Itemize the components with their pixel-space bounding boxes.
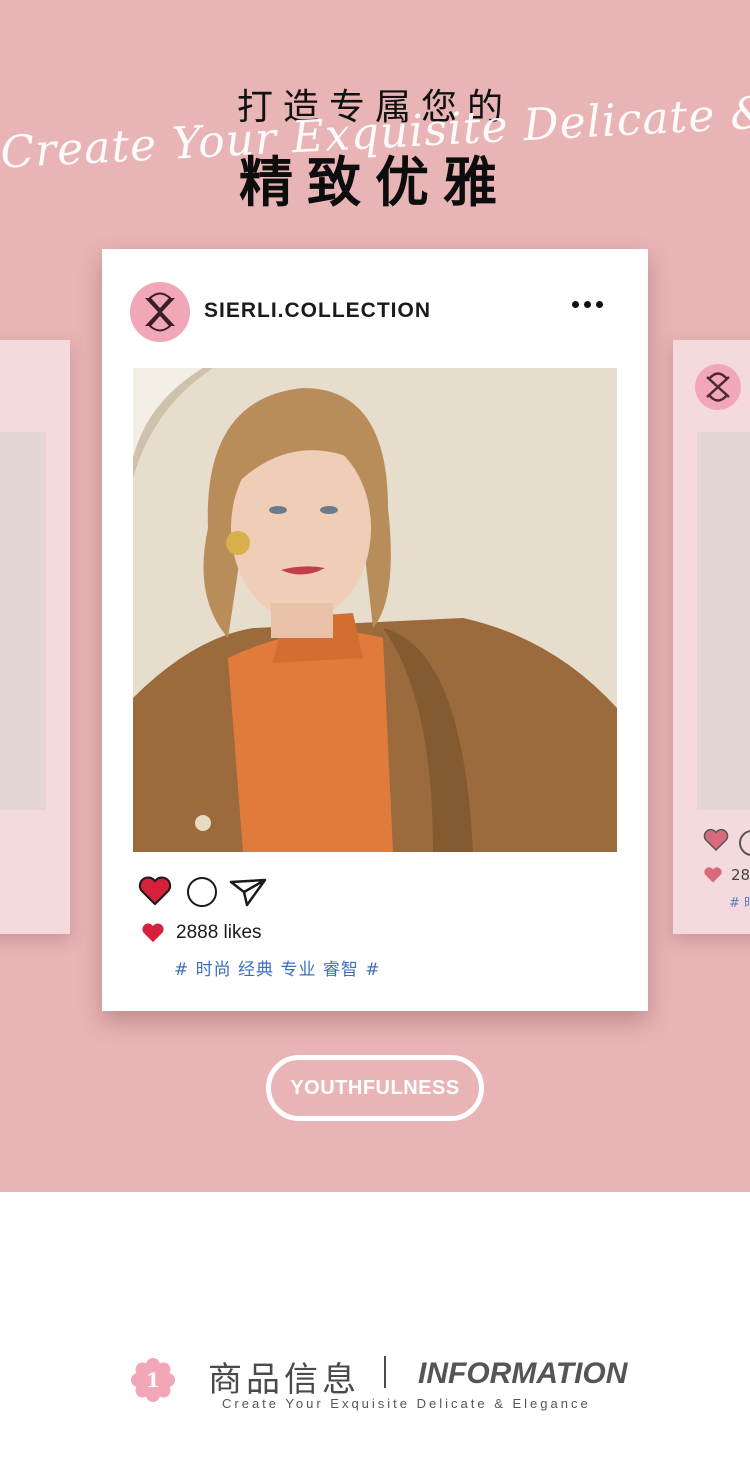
comment-icon[interactable] — [187, 877, 217, 907]
heart-icon — [704, 867, 722, 883]
youthfulness-button[interactable]: YOUTHFULNESS — [266, 1055, 484, 1121]
side-card-photo-placeholder — [697, 432, 750, 810]
section-divider — [384, 1356, 386, 1388]
model-photo-illustration — [133, 368, 617, 852]
post-username[interactable]: SIERLI.COLLECTION — [204, 299, 431, 323]
brand-logo-icon — [145, 292, 175, 332]
post-photo — [133, 368, 617, 852]
side-card-photo-placeholder — [0, 432, 46, 810]
comment-icon[interactable] — [739, 830, 750, 856]
heart-icon[interactable] — [138, 875, 172, 907]
hero-section: 打造专属您的 Create Your Exquisite Delicate & … — [0, 0, 750, 1192]
heart-icon[interactable] — [703, 828, 729, 852]
hero-title-big: 精致优雅 — [239, 151, 511, 214]
post-card: SIERLI.COLLECTION 2888 likes # 时尚 经典 专业 … — [102, 249, 648, 1011]
side-card-left[interactable] — [0, 340, 70, 934]
flower-badge-icon: 1 — [131, 1358, 175, 1402]
section-number: 1 — [146, 1368, 160, 1392]
share-icon[interactable] — [229, 877, 267, 907]
section-title-cn: 商品信息 — [208, 1360, 360, 1400]
side-card-likes: 288 — [731, 866, 750, 884]
side-card-right[interactable]: 288 # 时 — [673, 340, 750, 934]
post-tags[interactable]: # 时尚 经典 专业 睿智 # — [174, 955, 381, 980]
brand-logo-icon — [706, 372, 730, 402]
avatar[interactable] — [130, 282, 190, 342]
side-card-tags: # 时 — [729, 896, 750, 911]
section-subtitle: Create Your Exquisite Delicate & Eleganc… — [222, 1396, 591, 1411]
likes-count[interactable]: 2888 likes — [176, 922, 262, 944]
more-icon[interactable] — [572, 301, 603, 308]
section-title-en: INFORMATION — [418, 1357, 628, 1390]
side-card-avatar — [695, 364, 741, 410]
heart-icon — [142, 923, 164, 943]
